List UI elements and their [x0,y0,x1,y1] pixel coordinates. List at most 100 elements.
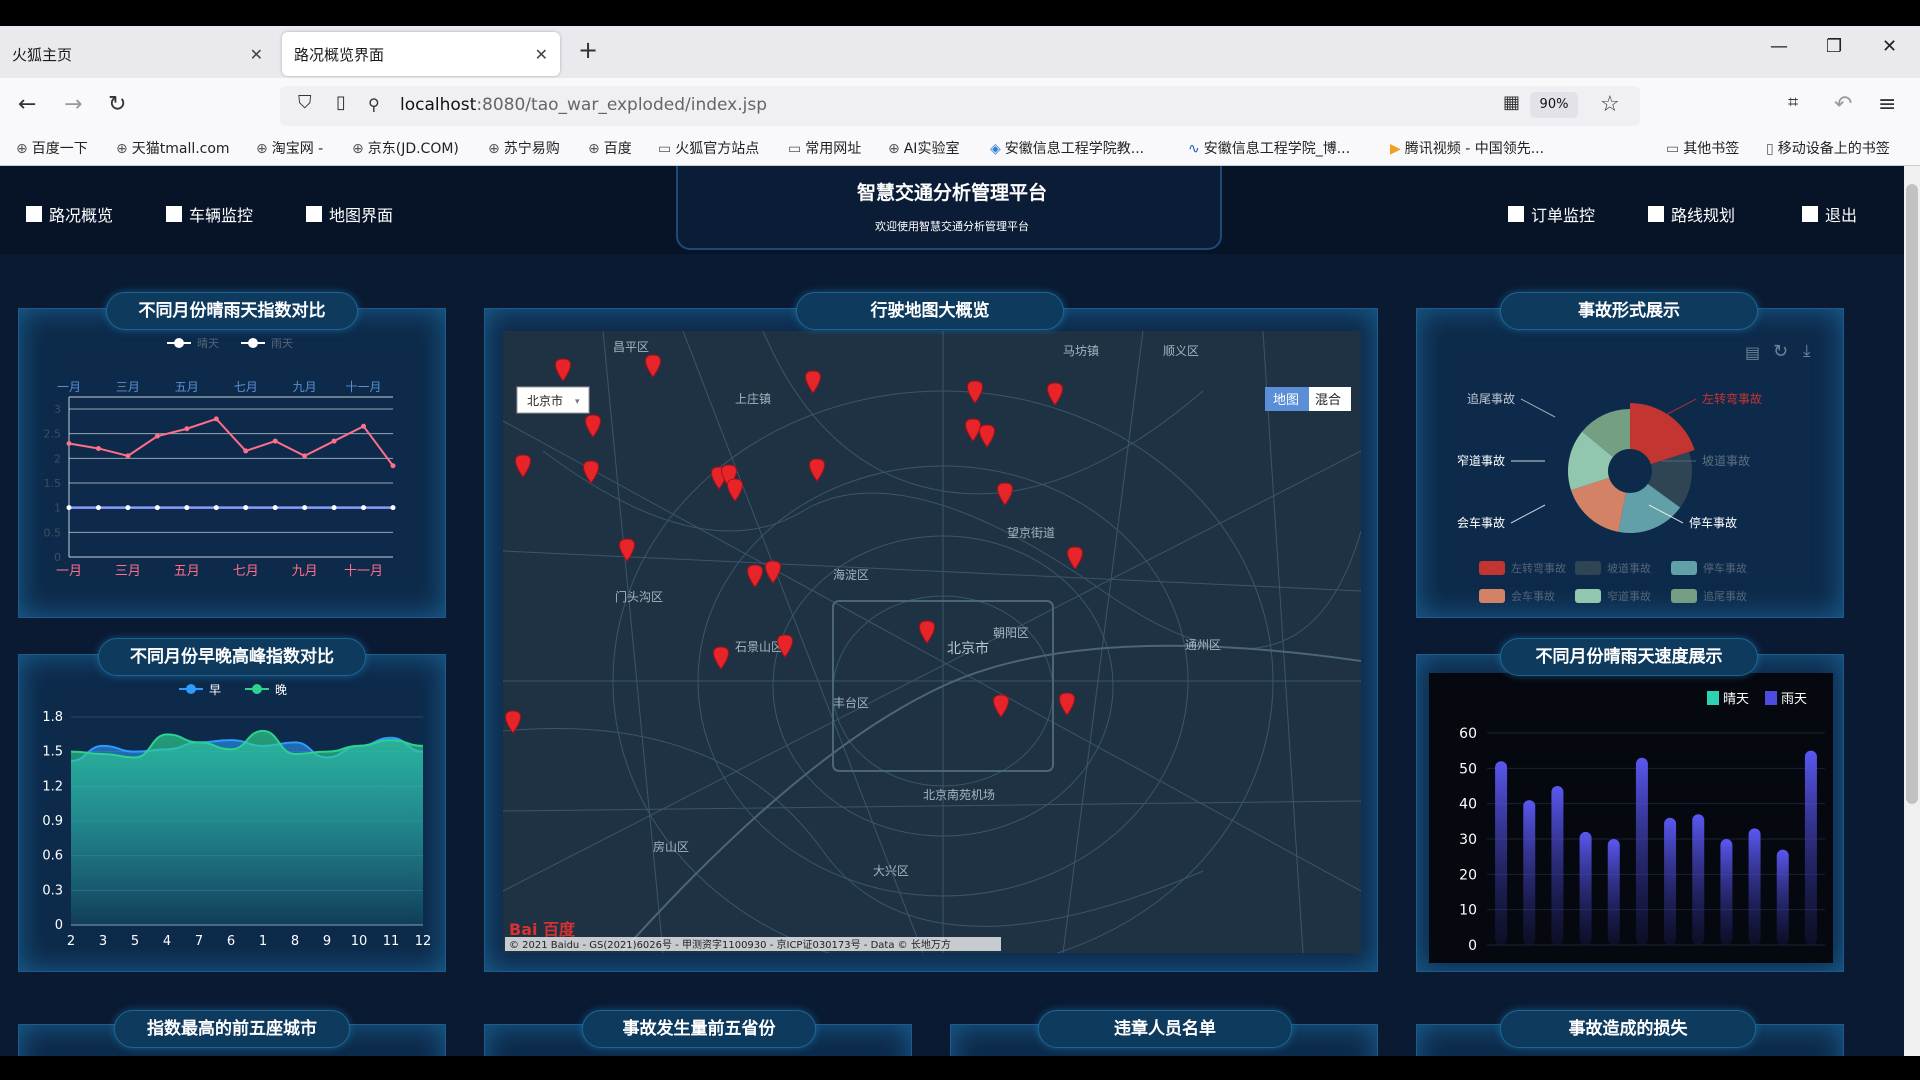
bookmark-star-icon[interactable]: ☆ [1600,92,1620,117]
x-tick-label: 五月 [174,564,200,579]
legend-swatch [1671,561,1697,575]
folder-icon: ▭ [788,141,802,157]
close-tab-icon[interactable]: ✕ [250,45,263,64]
new-tab-icon[interactable]: + [578,36,598,64]
tab-firefox-home[interactable]: 火狐主页 ✕ [0,32,275,76]
checkbox-icon [306,206,322,222]
site-permissions-icon[interactable]: ⚲ [368,95,380,114]
bookmark-item[interactable]: ⊕ 京东(JD.COM) [352,138,459,158]
bookmark-label: 安徽信息工程学院_博... [1203,141,1351,157]
speed-bar [1635,757,1648,945]
data-point [154,505,160,511]
legend-label-sunny: 晴天 [197,337,219,350]
nav-traffic-overview[interactable]: 路况概览 [26,202,113,226]
bookmark-item[interactable]: ⊕ 天猫tmall.com [116,138,230,158]
reload-icon[interactable]: ↻ [108,92,126,117]
restore-chart-icon[interactable]: ↻ [1773,341,1788,362]
scrollbar-thumb[interactable] [1906,184,1918,804]
globe-icon: ⊕ [488,141,500,157]
bookmark-label: 京东(JD.COM) [367,141,459,157]
checkbox-icon [1648,206,1664,222]
legend-label-rainy: 雨天 [271,337,293,350]
bookmark-item[interactable]: ▶ 腾讯视频 - 中国领先... [1390,138,1544,158]
bookmark-label: 百度 [603,141,632,157]
data-view-icon[interactable]: ▤ [1745,343,1760,362]
map-place-label: 丰台区 [833,695,869,710]
x-tick-label: 5 [131,934,139,949]
bookmark-item[interactable]: ⊕ 百度 [588,138,632,158]
bookmark-item[interactable]: ▭ 其他书签 [1666,138,1739,158]
bookmark-label: AI实验室 [903,141,960,157]
bookmark-item[interactable]: ⊕ AI实验室 [888,138,959,158]
nav-logout[interactable]: 退出 [1802,202,1857,226]
globe-icon: ⊕ [256,141,268,157]
nav-vehicle-monitor[interactable]: 车辆监控 [166,202,253,226]
restore-icon[interactable]: ❐ [1826,36,1842,57]
crop-icon[interactable]: ⌗ [1788,92,1798,113]
back-icon[interactable]: ← [18,92,36,117]
x-tick-label: 七月 [233,564,259,579]
y-tick-label: 0 [54,551,61,564]
x-tick-label: 7 [195,934,203,949]
nav-route-planning[interactable]: 路线规划 [1648,202,1735,226]
rain-index-chart: 晴天 雨天00.511.522.53一月 三月 五月 七月 九月 十一月一月 三月 五月 七月 九月… [44,337,396,579]
bookmark-item[interactable]: ▭ 火狐官方站点 [658,138,759,158]
bookmark-label: 天猫tmall.com [131,141,230,157]
callout-label: 窄道事故 [1457,453,1505,468]
nav-label: 车辆监控 [189,206,254,225]
bookmark-item[interactable]: ▯ 移动设备上的书签 [1766,138,1890,158]
app-header: 智慧交通分析管理平台 欢迎使用智慧交通分析管理平台 路况概览 车辆监控 地图界面… [0,166,1904,254]
y-tick-label: 0.5 [44,526,62,539]
nav-map[interactable]: 地图界面 [306,202,393,226]
minimize-icon[interactable]: — [1770,36,1788,57]
folder-icon: ▭ [1666,141,1680,157]
map-place-label: 海淀区 [833,567,869,582]
undo-icon[interactable]: ↶ [1834,92,1852,117]
map-place-label: 昌平区 [613,340,649,354]
top-cities-title: 指数最高的前五座城市 [114,1010,350,1048]
url-host: localhost [400,95,477,115]
bookmark-item[interactable]: ◈ 安徽信息工程学院教... [990,138,1144,158]
globe-icon: ⊕ [888,141,900,157]
callout-label: 会车事故 [1457,515,1505,530]
map-place-label: 门头沟区 [615,589,663,604]
bookmark-item[interactable]: ⊕ 百度一下 [16,138,88,158]
y-tick-label: 0.3 [42,883,63,898]
x-tick-label: 9 [323,934,331,949]
data-point [361,505,367,511]
map-place-label: 大兴区 [873,864,909,878]
url-text[interactable]: localhost:8080/tao_war_exploded/index.js… [400,95,767,115]
close-window-icon[interactable]: ✕ [1882,36,1897,57]
violators-title: 违章人员名单 [1038,1010,1292,1048]
close-tab-icon[interactable]: ✕ [535,45,548,64]
bookmark-item[interactable]: ⊕ 苏宁易购 [488,138,560,158]
bookmark-item[interactable]: ▭ 常用网址 [788,138,861,158]
speed-bar [1720,839,1733,945]
forward-icon[interactable]: → [64,92,82,117]
map-type-switch[interactable]: 地图 混合 [1265,387,1351,411]
city-selector[interactable]: 北京市 ▾ [516,386,590,414]
legend-label: 追尾事故 [1703,589,1747,603]
legend-label: 左转弯事故 [1511,561,1566,575]
bookmark-item[interactable]: ∿ 安徽信息工程学院_博... [1188,138,1350,158]
speed-bar [1692,814,1705,945]
bookmark-item[interactable]: ⊕ 淘宝网 - [256,138,323,158]
qr-code-icon[interactable]: ▦ [1503,92,1520,113]
speed-bar [1495,761,1508,945]
y-tick-label: 2 [54,452,61,465]
y-tick-label: 0.9 [42,814,63,829]
page-icon[interactable]: ▯ [336,92,346,113]
callout-label: 追尾事故 [1467,391,1515,406]
map-view[interactable]: 昌平区海淀区门头沟区石景山区丰台区朝阳区北京市 通州区顺义区大兴区房山区北京南苑机… [503,331,1361,953]
nav-order-monitor[interactable]: 订单监控 [1508,202,1595,226]
tab-traffic-overview[interactable]: 路况概览界面 ✕ [282,32,560,76]
map-place-label: 顺义区 [1163,344,1199,358]
bookmark-label: 淘宝网 - [271,141,324,157]
download-icon[interactable]: ⤓ [1803,341,1811,361]
zoom-level[interactable]: 90% [1530,92,1578,118]
map-place-label: 马坊镇 [1063,343,1099,358]
shield-icon[interactable]: ⛉ [298,92,312,113]
menu-icon[interactable]: ≡ [1878,92,1896,117]
data-point [154,433,160,439]
city-label: 北京市 [527,393,563,408]
